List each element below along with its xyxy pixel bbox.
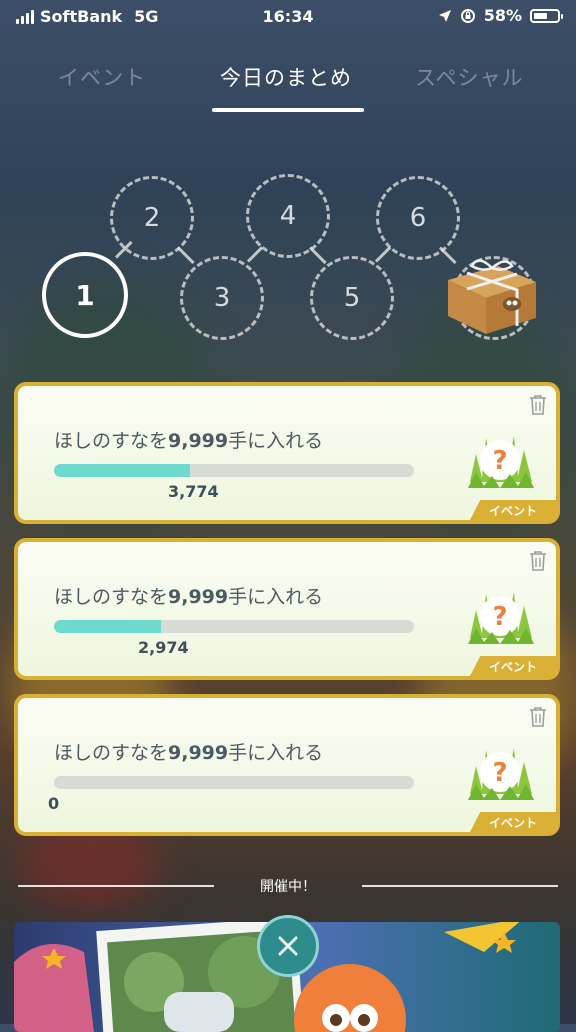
task-progress-bar [54,620,414,633]
status-right: 58% [438,6,563,25]
task-progress-bar [54,464,414,477]
active-tab-indicator [212,108,364,112]
mystery-reward-icon: ? [468,592,534,644]
section-divider: 開催中！ [0,876,576,896]
svg-text:?: ? [492,446,507,476]
close-icon [278,936,298,956]
orientation-lock-icon [460,8,475,23]
event-tag: イベント [470,656,556,676]
step-6: 6 [376,176,460,260]
task-progress-bar [54,776,414,789]
task-progress-value: 2,974 [138,638,189,657]
status-bar: SoftBank 5G 16:34 58% [0,0,576,34]
step-2: 2 [110,176,194,260]
mystery-reward-icon: ? [468,436,534,488]
tab-today-summary[interactable]: 今日のまとめ [220,62,352,92]
task-description: ほしのすなを9,999手に入れる [54,742,324,764]
research-task-card[interactable]: ほしのすなを9,999手に入れる 0 ? イベント [14,694,560,836]
step-3: 3 [180,256,264,340]
task-progress-value: 0 [48,794,60,813]
step-1: 1 [42,252,128,338]
gift-box-icon [448,259,536,334]
trash-icon[interactable] [528,550,548,572]
task-description: ほしのすなを9,999手に入れる [54,430,324,452]
mystery-reward-icon: ? [468,748,534,800]
trash-icon[interactable] [528,706,548,728]
step-5: 5 [310,256,394,340]
close-button[interactable] [257,915,319,977]
research-task-card[interactable]: ほしのすなを9,999手に入れる 2,974 ? イベント [14,538,560,680]
tab-event[interactable]: イベント [58,62,146,92]
battery-icon [530,8,563,23]
battery-percent: 58% [483,6,522,25]
task-progress-value: 3,774 [168,482,219,501]
trash-icon[interactable] [528,394,548,416]
tab-special[interactable]: スペシャル [415,62,524,92]
event-tag: イベント [470,500,556,520]
svg-text:?: ? [492,758,507,788]
daily-step-tracker: 1 2 3 4 5 6 [0,160,576,350]
step-4: 4 [246,174,330,258]
task-description: ほしのすなを9,999手に入れる [54,586,324,608]
tab-bar: イベント 今日のまとめ スペシャル [0,62,576,112]
svg-text:?: ? [492,602,507,632]
event-tag: イベント [470,812,556,832]
research-task-card[interactable]: ほしのすなを9,999手に入れる 3,774 ? イベント [14,382,560,524]
location-arrow-icon [438,9,451,22]
